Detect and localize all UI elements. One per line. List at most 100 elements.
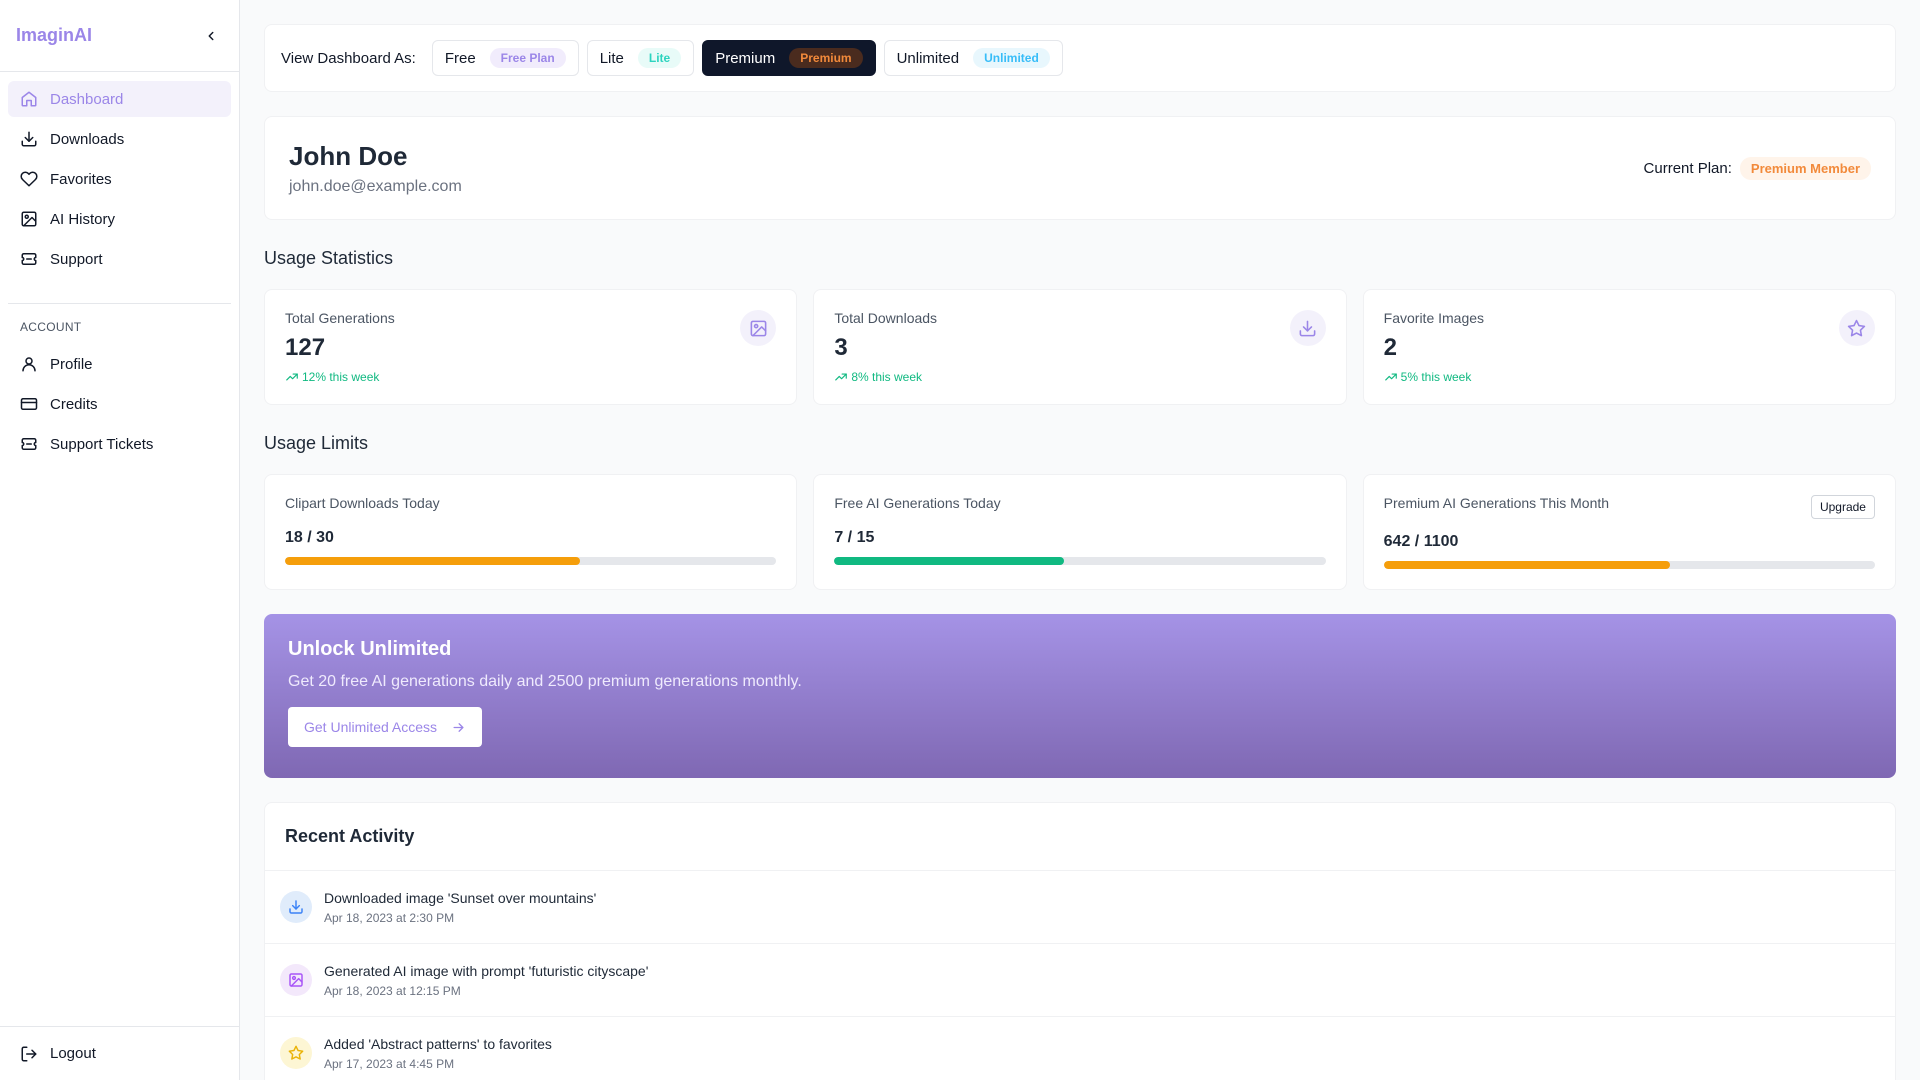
profile-card: John Doe john.doe@example.com Current Pl…	[264, 116, 1896, 220]
plan-badge: Premium	[789, 48, 863, 68]
nav-label: Dashboard	[50, 90, 124, 108]
nav-label: Favorites	[50, 170, 112, 188]
home-icon	[21, 91, 37, 107]
credit-card-icon	[20, 398, 38, 410]
usage-limits-title: Usage Limits	[264, 433, 369, 453]
stat-icon-wrap	[1838, 310, 1875, 346]
banner-title: Unlock Unlimited	[288, 638, 452, 660]
trending-up-icon	[1384, 373, 1397, 381]
activity-item[interactable]: Generated AI image with prompt 'futurist…	[265, 944, 1895, 1017]
plan-label: Free	[444, 49, 476, 67]
nav-item-downloads[interactable]: Downloads	[8, 121, 231, 157]
limit-progress-fill	[1383, 561, 1671, 569]
activity-item[interactable]: Added 'Abstract patterns' to favorites A…	[265, 1017, 1895, 1080]
nav-item-credits[interactable]: Credits	[8, 386, 231, 422]
stat-trend: 5% this week	[1384, 370, 1875, 384]
stat-trend-text: 12% this week	[302, 370, 380, 384]
app-root: ImaginAI Dashboard Downloads Favorites A…	[0, 0, 1920, 1080]
activity-icon-wrap	[280, 1037, 312, 1069]
activity-content: Added 'Abstract patterns' to favorites A…	[324, 1036, 552, 1071]
limit-card-premium-ai-generations: Premium AI Generations This Month Upgrad…	[1362, 474, 1896, 590]
chevron-left-icon	[208, 31, 214, 40]
download-icon	[21, 131, 37, 147]
sidebar-divider	[8, 303, 231, 304]
nav-label: Support	[50, 250, 103, 268]
star-icon	[1848, 319, 1866, 336]
stat-label: Total Downloads	[834, 310, 938, 326]
activity-text: Downloaded image 'Sunset over mountains'	[324, 889, 597, 906]
nav-item-dashboard[interactable]: Dashboard	[8, 81, 231, 117]
plan-label: Unlimited	[896, 49, 960, 67]
limit-value: 642 / 1100	[1383, 533, 1459, 550]
image-icon	[750, 320, 767, 336]
stat-trend-text: 8% this week	[851, 370, 923, 384]
main-content: View Dashboard As: Free Free Plan Lite L…	[240, 0, 1920, 1080]
plan-badge: Free Plan	[489, 48, 566, 68]
collapse-sidebar-button[interactable]	[199, 24, 223, 48]
sidebar-header: ImaginAI	[0, 0, 239, 72]
view-as-unlimited-button[interactable]: Unlimited Unlimited	[883, 40, 1063, 76]
nav-item-favorites[interactable]: Favorites	[8, 161, 231, 197]
limit-card-free-ai-generations: Free AI Generations Today 7 / 15	[813, 474, 1347, 590]
profile-info: John Doe john.doe@example.com	[289, 141, 462, 196]
profile-name: John Doe	[289, 140, 408, 171]
nav-label: Downloads	[50, 130, 125, 148]
brand-logo[interactable]: ImaginAI	[16, 25, 92, 46]
ticket-icon	[21, 438, 37, 450]
usage-limits: Clipart Downloads Today 18 / 30 Free AI …	[264, 474, 1896, 590]
sidebar-footer: Logout	[0, 1026, 239, 1080]
plan-label: Lite	[599, 49, 624, 67]
current-plan-badge: Premium Member	[1739, 156, 1871, 180]
logout-icon	[21, 1046, 37, 1061]
plan-badge: Lite	[637, 48, 682, 68]
get-unlimited-access-button[interactable]: Get Unlimited Access	[288, 707, 483, 747]
upgrade-button[interactable]: Upgrade	[1810, 495, 1875, 519]
nav-item-profile[interactable]: Profile	[8, 346, 231, 382]
nav-item-ai-history[interactable]: AI History	[8, 201, 231, 237]
nav-label: Credits	[50, 395, 98, 413]
nav-item-support-tickets[interactable]: Support Tickets	[8, 426, 231, 462]
banner-subtitle: Get 20 free AI generations daily and 250…	[288, 673, 802, 690]
account-section-label: ACCOUNT	[20, 320, 82, 334]
plan-badge: Unlimited	[973, 48, 1050, 68]
activity-item[interactable]: Downloaded image 'Sunset over mountains'…	[265, 871, 1895, 944]
usage-statistics-title: Usage Statistics	[264, 248, 394, 268]
nav-item-support[interactable]: Support	[8, 241, 231, 277]
view-as-lite-button[interactable]: Lite Lite	[586, 40, 695, 76]
stat-value: 3	[834, 334, 848, 361]
view-as-label: View Dashboard As:	[281, 49, 416, 67]
current-plan: Current Plan: Premium Member	[1644, 156, 1871, 180]
trending-up-icon	[286, 373, 298, 381]
limit-value: 7 / 15	[834, 529, 875, 546]
limit-progress-bar	[834, 557, 1326, 565]
activity-time: Apr 17, 2023 at 4:45 PM	[324, 1056, 455, 1071]
banner-button-label: Get Unlimited Access	[304, 719, 438, 735]
stat-value: 127	[285, 334, 326, 361]
limit-card-clipart-downloads: Clipart Downloads Today 18 / 30	[264, 474, 798, 590]
view-as-free-button[interactable]: Free Free Plan	[431, 40, 579, 76]
logout-button[interactable]: Logout	[8, 1036, 231, 1072]
nav-label: Profile	[50, 355, 93, 373]
account-nav: Profile Credits Support Tickets	[0, 346, 239, 466]
limit-value: 18 / 30	[285, 529, 334, 546]
limit-label: Free AI Generations Today	[834, 495, 1001, 511]
image-icon	[21, 211, 37, 227]
activity-icon-wrap	[280, 891, 312, 923]
stat-trend: 8% this week	[834, 370, 1325, 384]
activity-icon-wrap	[280, 964, 312, 996]
limit-progress-bar	[285, 557, 777, 565]
recent-activity: Recent Activity Downloaded image 'Sunset…	[264, 802, 1896, 1080]
activity-text: Generated AI image with prompt 'futurist…	[324, 962, 649, 979]
ticket-icon	[21, 253, 37, 265]
arrow-right-icon	[453, 722, 464, 732]
activity-content: Generated AI image with prompt 'futurist…	[324, 963, 648, 998]
download-icon	[289, 900, 303, 914]
activity-time: Apr 18, 2023 at 2:30 PM	[324, 910, 455, 925]
heart-icon	[20, 171, 38, 187]
nav-label: Support Tickets	[50, 435, 154, 453]
limit-progress-fill	[834, 557, 1064, 565]
view-as-premium-button[interactable]: Premium Premium	[702, 40, 876, 76]
sidebar: ImaginAI Dashboard Downloads Favorites A…	[0, 0, 240, 1080]
stat-card-favorite-images: Favorite Images 2 5% this week	[1362, 289, 1896, 405]
activity-time: Apr 18, 2023 at 12:15 PM	[324, 983, 461, 998]
